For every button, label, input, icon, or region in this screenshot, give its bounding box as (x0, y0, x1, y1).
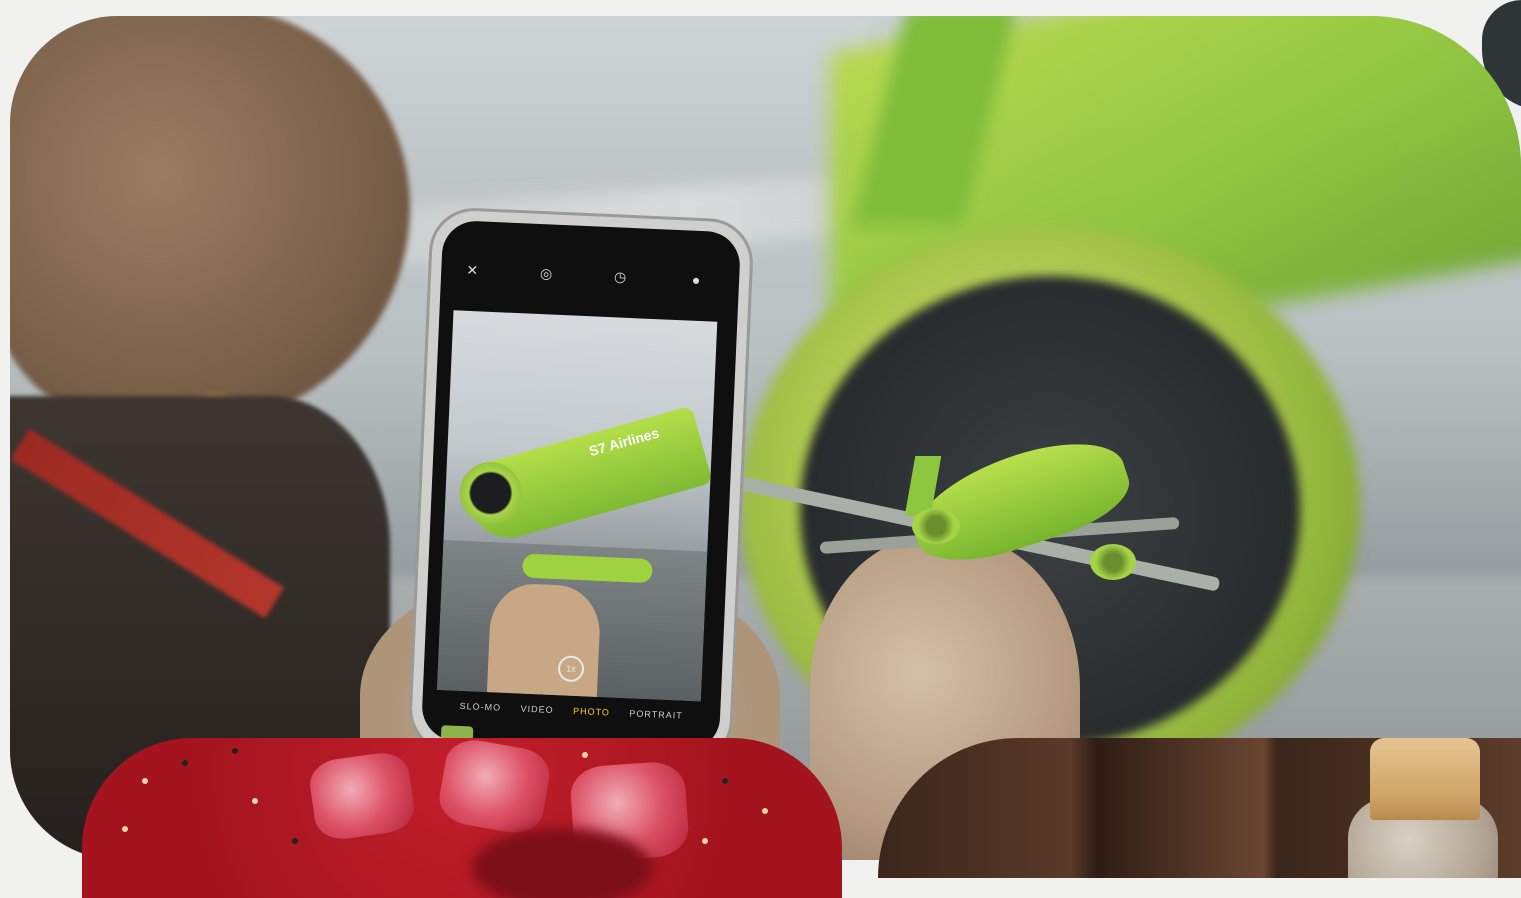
sprinkle (232, 748, 238, 754)
sprinkle (762, 808, 768, 814)
flash-icon: ✕ (466, 261, 479, 279)
sprinkle (122, 826, 128, 832)
cork-stopper (1370, 738, 1480, 820)
wood-bottle-card (878, 738, 1521, 878)
petal (435, 738, 554, 838)
sprinkle (142, 778, 148, 784)
sprinkle (182, 760, 188, 766)
mode-slomo: SLO-MO (459, 700, 502, 713)
mode-video: VIDEO (520, 703, 554, 716)
shadow (472, 828, 652, 898)
smartphone: ✕ ◎ ◷ ● S7 Airlines 1x SLO-MO VIDEO PHOT… (410, 209, 752, 763)
person-hood (10, 16, 410, 426)
mode-photo: PHOTO (572, 705, 611, 718)
sprinkle (722, 778, 728, 784)
timer-icon: ◷ (613, 268, 627, 285)
sprinkle (292, 838, 298, 844)
camera-viewfinder: S7 Airlines 1x (436, 310, 718, 702)
filter-icon: ● (691, 271, 701, 289)
sprinkle (582, 752, 588, 758)
model-plane-engine (912, 508, 960, 544)
phone-screen: ✕ ◎ ◷ ● S7 Airlines 1x SLO-MO VIDEO PHOT… (420, 219, 742, 753)
mode-portrait: PORTRAIT (629, 708, 683, 721)
viewfinder-hand (486, 582, 602, 702)
red-petals-card (82, 738, 842, 898)
camera-mode-bar: SLO-MO VIDEO PHOTO PORTRAIT (422, 699, 720, 722)
model-plane-engine (1090, 544, 1136, 580)
hero-photo: ✕ ◎ ◷ ● S7 Airlines 1x SLO-MO VIDEO PHOT… (10, 16, 1521, 860)
sprinkle (702, 838, 708, 844)
petal (306, 749, 418, 843)
live-photo-icon: ◎ (539, 265, 553, 282)
sprinkle (252, 798, 258, 804)
